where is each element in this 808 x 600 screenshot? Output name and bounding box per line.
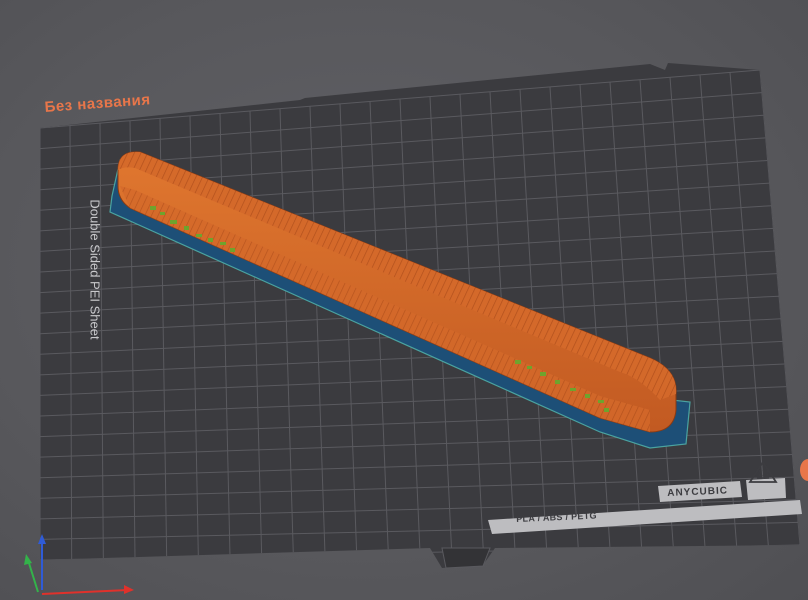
heated-bed-warning-icon [748, 460, 778, 483]
sheet-label: Double Sided PEI Sheet [87, 199, 103, 340]
plate-handle-tab [441, 547, 491, 569]
scene-canvas[interactable] [0, 0, 808, 600]
3d-viewport[interactable]: Без названия Double Sided PEI Sheet PLA … [0, 0, 808, 600]
